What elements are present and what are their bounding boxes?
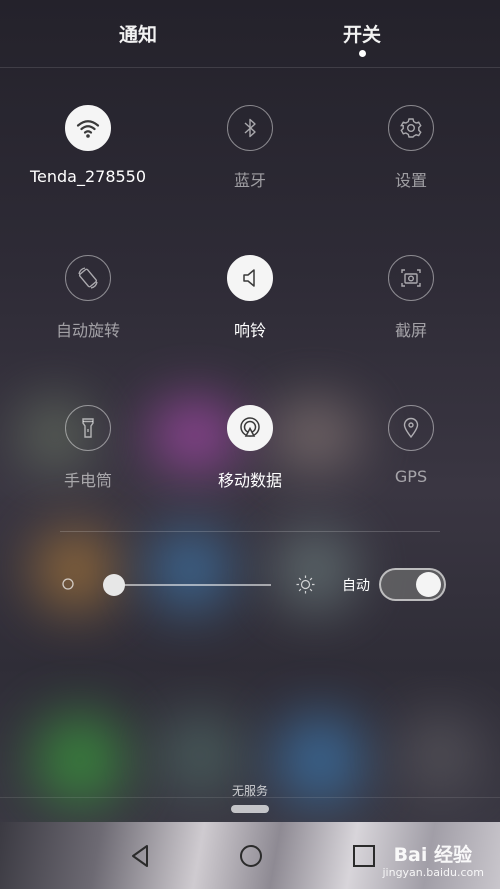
- toggle-screenshot[interactable]: 截屏: [341, 255, 481, 341]
- toggle-bluetooth[interactable]: 蓝牙: [180, 105, 320, 191]
- gear-icon: [388, 105, 434, 151]
- home-icon[interactable]: [237, 842, 265, 870]
- toggle-label: 自动旋转: [55, 321, 120, 340]
- toggle-ringer[interactable]: 响铃: [180, 255, 320, 341]
- brightness-slider-thumb[interactable]: [103, 574, 125, 596]
- back-icon[interactable]: [127, 842, 155, 870]
- brightness-slider-track[interactable]: [104, 584, 271, 586]
- toggle-knob: [416, 572, 441, 597]
- bluetooth-icon: [227, 105, 273, 151]
- divider: [60, 531, 440, 532]
- tab-switches[interactable]: 开关: [302, 20, 422, 47]
- brightness-high-icon: [296, 575, 315, 594]
- toggle-gps[interactable]: GPS: [341, 405, 481, 486]
- location-pin-icon: [388, 405, 434, 451]
- wifi-icon: [65, 105, 111, 151]
- speaker-icon: [227, 255, 273, 301]
- brightness-low-icon: [62, 578, 74, 590]
- rotate-icon: [65, 255, 111, 301]
- divider: [0, 797, 500, 798]
- toggle-mobile-data[interactable]: 移动数据: [180, 405, 320, 491]
- toggle-label: 手电筒: [63, 471, 112, 490]
- flashlight-icon: [65, 405, 111, 451]
- toggle-label: 截屏: [394, 321, 427, 340]
- watermark-url: jingyan.baidu.com: [382, 866, 484, 879]
- toggle-label: 移动数据: [217, 471, 282, 490]
- tab-bar: 通知 开关: [0, 0, 500, 68]
- toggle-wifi[interactable]: Tenda_278550: [18, 105, 158, 186]
- active-tab-indicator: [359, 50, 366, 57]
- brightness-control: 自动: [0, 565, 500, 605]
- toggle-label: 设置: [394, 171, 427, 190]
- auto-brightness-label: 自动: [342, 578, 370, 594]
- screenshot-icon: [388, 255, 434, 301]
- toggle-settings[interactable]: 设置: [341, 105, 481, 191]
- toggle-label: 蓝牙: [233, 171, 266, 190]
- toggle-label: GPS: [394, 467, 428, 486]
- toggle-flashlight[interactable]: 手电筒: [18, 405, 158, 491]
- toggle-auto-rotate[interactable]: 自动旋转: [18, 255, 158, 341]
- navigation-bar: Bai 经验 jingyan.baidu.com: [0, 822, 500, 889]
- toggle-label: 响铃: [233, 321, 266, 340]
- watermark-logo: Bai 经验: [393, 844, 472, 866]
- recent-apps-icon[interactable]: [350, 842, 378, 870]
- toggle-label: Tenda_278550: [29, 167, 147, 186]
- mobile-data-icon: [227, 405, 273, 451]
- tab-notifications[interactable]: 通知: [78, 20, 198, 47]
- drag-handle[interactable]: [231, 805, 269, 813]
- auto-brightness-toggle[interactable]: [379, 568, 446, 601]
